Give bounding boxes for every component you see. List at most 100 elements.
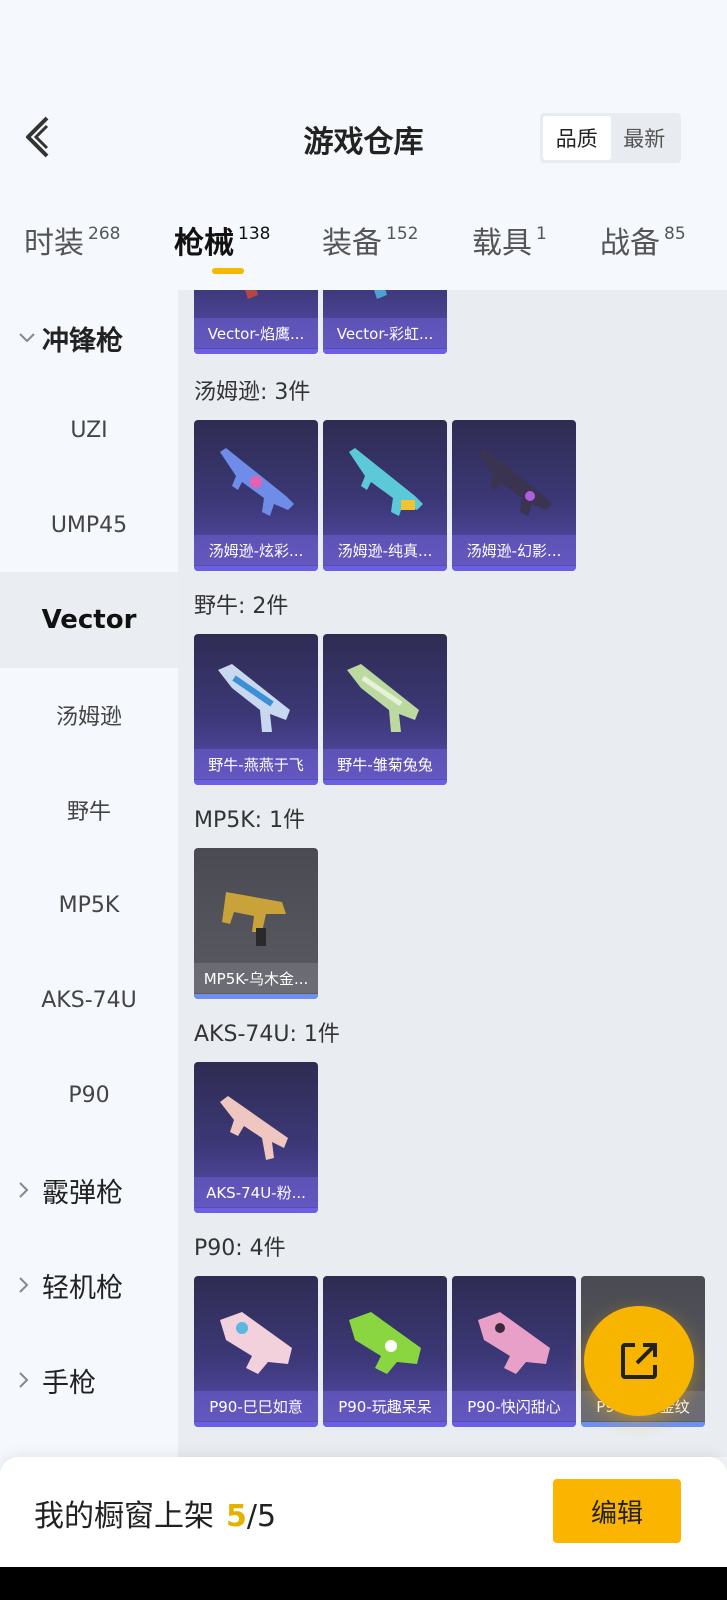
sidebar-item-p90[interactable]: P90 (0, 1047, 178, 1143)
tab-count: 85 (664, 224, 686, 244)
tab-count: 152 (386, 224, 419, 244)
showcase-current-count: 5 (226, 1499, 247, 1534)
rarity-bar (194, 566, 318, 571)
showcase-separator: / (246, 1499, 257, 1534)
sort-newest-option[interactable]: 最新 (611, 116, 679, 160)
showcase-bar: 我的橱窗上架 5 / 5 编辑 (0, 1457, 727, 1567)
sidebar-item-bizon[interactable]: 野牛 (0, 762, 178, 858)
tab-label: 装备 (322, 226, 382, 261)
skin-card[interactable]: MP5K-乌木金... (194, 848, 318, 999)
chevron-right-icon (18, 1181, 38, 1199)
skin-name: P90-玩趣呆呆 (323, 1391, 447, 1421)
skin-card[interactable]: AKS-74U-粉... (194, 1062, 318, 1213)
skin-card[interactable]: P90-玩趣呆呆 (323, 1276, 447, 1427)
rarity-bar (452, 1422, 576, 1427)
rarity-bar (194, 1422, 318, 1427)
tab-label: 战备 (600, 226, 660, 261)
sidebar-item-uzi[interactable]: UZI (0, 382, 178, 478)
skin-name: AKS-74U-粉... (194, 1177, 318, 1207)
edit-button[interactable]: 编辑 (553, 1479, 681, 1543)
sidebar-group-smg[interactable]: 冲锋枪 (0, 290, 178, 386)
skin-card[interactable]: 野牛-雏菊兔兔 (323, 634, 447, 785)
showcase-status: 我的橱窗上架 5 / 5 (34, 1491, 276, 1535)
skin-card[interactable]: Vector-彩虹... (323, 290, 447, 354)
rarity-bar (194, 349, 318, 354)
system-nav-bar (0, 1567, 727, 1600)
smg-skin-image (374, 290, 387, 299)
tab-supplies[interactable]: 战备 85 (600, 218, 686, 262)
p90-skin-image (349, 1312, 421, 1374)
sidebar-group-shotgun[interactable]: 霰弹枪 (0, 1142, 178, 1238)
section-title: 野牛: 2件 (194, 594, 289, 619)
sidebar-item-thompson[interactable]: 汤姆逊 (0, 667, 178, 763)
thompson-skin-image (220, 448, 294, 516)
category-tabs: 时装 268 枪械 138 装备 152 载具 1 战备 85 (0, 218, 727, 280)
chevron-down-icon (18, 332, 38, 344)
section-title: AKS-74U: 1件 (194, 1022, 340, 1047)
tab-vehicles[interactable]: 载具 1 (472, 218, 547, 262)
rarity-bar (323, 566, 447, 571)
tab-count: 138 (238, 224, 271, 244)
sidebar-item-mp5k[interactable]: MP5K (0, 857, 178, 953)
thompson-skin-image (349, 448, 423, 516)
skin-name: 野牛-雏菊兔兔 (323, 749, 447, 779)
sidebar-group-label: 手枪 (42, 1367, 96, 1399)
mp5k-skin-image (222, 892, 286, 946)
sidebar-item-vector[interactable]: Vector (0, 572, 178, 668)
sidebar-group-lmg[interactable]: 轻机枪 (0, 1237, 178, 1333)
skin-card[interactable]: 汤姆逊-炫彩... (194, 420, 318, 571)
section-title: 汤姆逊: 3件 (194, 380, 311, 405)
sidebar-group-pistol[interactable]: 手枪 (0, 1332, 178, 1428)
sort-quality-option[interactable]: 品质 (543, 116, 611, 160)
p90-skin-image (478, 1312, 550, 1374)
chevron-right-icon (18, 1371, 38, 1389)
smg-skin-image (245, 290, 258, 299)
section-title: MP5K: 1件 (194, 808, 306, 833)
skin-grid: Vector-焰鹰... Vector-彩虹... 汤姆逊: 3件 汤姆逊-炫彩… (178, 290, 727, 1457)
rarity-bar (194, 1208, 318, 1213)
tab-count: 1 (536, 224, 547, 244)
skin-card[interactable]: P90-巳巳如意 (194, 1276, 318, 1427)
showcase-label: 我的橱窗上架 (34, 1499, 214, 1534)
rarity-bar (194, 994, 318, 999)
rarity-bar (194, 780, 318, 785)
aks74u-skin-image (220, 1096, 288, 1160)
thompson-skin-image (478, 448, 552, 516)
sidebar-group-label: 轻机枪 (42, 1272, 123, 1304)
skin-card[interactable]: 野牛-燕燕于飞 (194, 634, 318, 785)
tab-count: 268 (88, 224, 121, 244)
sidebar-group-label: 冲锋枪 (42, 325, 123, 357)
p90-skin-image (220, 1312, 292, 1374)
header: 游戏仓库 品质 最新 时装 268 枪械 138 装备 152 载具 1 战备 … (0, 0, 727, 290)
skin-name: MP5K-乌木金... (194, 963, 318, 993)
share-external-icon (621, 1343, 657, 1379)
skin-name: P90-巳巳如意 (194, 1391, 318, 1421)
bizon-skin-image (218, 664, 290, 732)
skin-name: Vector-焰鹰... (194, 318, 318, 348)
skin-name: Vector-彩虹... (323, 318, 447, 348)
tab-label: 时装 (24, 226, 84, 261)
tab-firearms[interactable]: 枪械 138 (174, 218, 270, 262)
skin-card[interactable]: Vector-焰鹰... (194, 290, 318, 354)
rarity-bar (323, 780, 447, 785)
skin-name: P90-快闪甜心 (452, 1391, 576, 1421)
sort-toggle[interactable]: 品质 最新 (540, 113, 681, 163)
tab-label: 载具 (472, 226, 532, 261)
skin-name: 野牛-燕燕于飞 (194, 749, 318, 779)
rarity-bar (323, 349, 447, 354)
skin-card[interactable]: P90-快闪甜心 (452, 1276, 576, 1427)
tab-equipment[interactable]: 装备 152 (322, 218, 418, 262)
section-title: P90: 4件 (194, 1236, 286, 1261)
share-button[interactable] (584, 1306, 694, 1416)
rarity-bar (452, 566, 576, 571)
sidebar-item-ump45[interactable]: UMP45 (0, 477, 178, 573)
skin-card[interactable]: 汤姆逊-纯真... (323, 420, 447, 571)
skin-name: 汤姆逊-炫彩... (194, 535, 318, 565)
tab-fashion[interactable]: 时装 268 (24, 218, 120, 262)
sidebar-item-aks74u[interactable]: AKS-74U (0, 952, 178, 1048)
chevron-right-icon (18, 1276, 38, 1294)
rarity-bar (581, 1422, 705, 1427)
weapon-category-sidebar: 冲锋枪 UZI UMP45 Vector 汤姆逊 野牛 MP5K AKS-74U… (0, 290, 178, 1457)
skin-card[interactable]: 汤姆逊-幻影... (452, 420, 576, 571)
showcase-total-count: 5 (256, 1499, 277, 1534)
